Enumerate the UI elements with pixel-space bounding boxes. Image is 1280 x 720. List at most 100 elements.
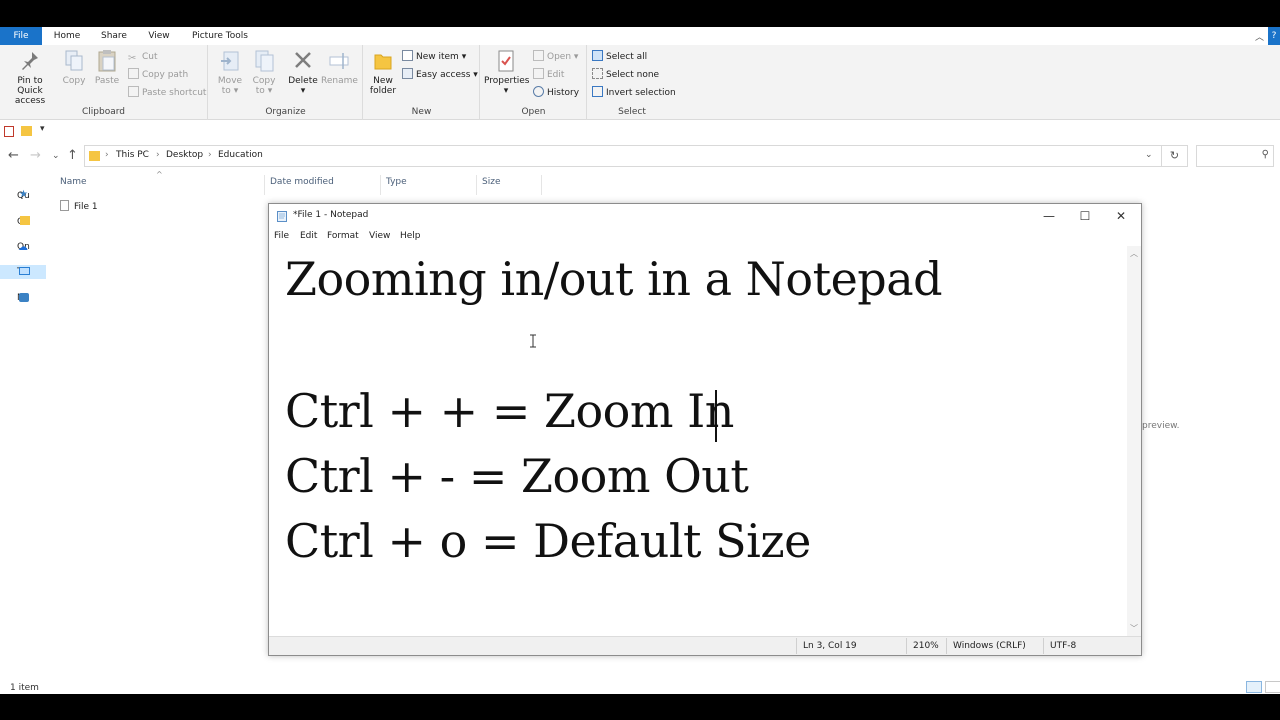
preview-pane-hint: preview. — [1142, 421, 1180, 431]
new-item-button[interactable]: New item ▾ — [402, 49, 466, 65]
breadcrumb-this-pc[interactable]: This PC — [116, 150, 149, 160]
delete-button[interactable]: Delete ▾ — [287, 49, 319, 96]
move-to-label-2: to — [221, 86, 231, 96]
menu-file[interactable]: File — [274, 231, 289, 241]
select-all-button[interactable]: Select all — [592, 49, 647, 65]
ribbon-tabs: File Home Share View Picture Tools ︿ ? — [0, 27, 1280, 45]
column-separator[interactable] — [264, 175, 265, 195]
select-label: Select — [618, 107, 646, 117]
column-separator[interactable] — [380, 175, 381, 195]
select-all-label: Select all — [606, 52, 648, 62]
invert-selection-icon — [592, 86, 603, 97]
address-history-chevron-icon[interactable]: ⌄ — [1145, 150, 1153, 160]
zoom-level: 210% — [913, 641, 939, 651]
column-separator[interactable] — [476, 175, 477, 195]
back-icon[interactable]: ← — [8, 148, 19, 163]
paste-button[interactable]: Paste — [92, 49, 122, 86]
large-icons-view-icon[interactable] — [1265, 681, 1280, 693]
menu-edit[interactable]: Edit — [300, 231, 317, 241]
copy-to-icon — [255, 50, 274, 72]
qat-folder-icon[interactable] — [21, 126, 32, 136]
pin-label-1: Pin to Quick — [17, 76, 43, 96]
file-name: File 1 — [74, 202, 98, 212]
rename-button[interactable]: Rename — [321, 49, 358, 86]
tab-home[interactable]: Home — [47, 27, 87, 45]
cut-button[interactable]: ✂ Cut — [128, 49, 158, 65]
line-endings: Windows (CRLF) — [953, 641, 1026, 651]
move-to-label-1: Move — [217, 76, 243, 86]
up-icon[interactable]: ↑ — [67, 148, 78, 163]
qat-properties-icon[interactable] — [4, 126, 14, 137]
column-separator[interactable] — [541, 175, 542, 195]
breadcrumb-education[interactable]: Education — [218, 150, 263, 160]
status-separator — [946, 638, 947, 654]
ribbon-collapse-icon[interactable]: ︿ — [1255, 30, 1264, 43]
tab-share[interactable]: Share — [94, 27, 134, 45]
history-label: History — [547, 88, 580, 98]
notepad-window[interactable]: *File 1 - Notepad — ☐ ✕ File Edit Format… — [268, 203, 1142, 656]
new-folder-button[interactable]: New folder — [368, 49, 398, 96]
close-icon[interactable]: ✕ — [1103, 206, 1139, 226]
cursor-position: Ln 3, Col 19 — [803, 641, 857, 651]
paste-shortcut-button[interactable]: Paste shortcut — [128, 85, 206, 101]
clipboard-group: Pin to Quick access Copy Paste ✂ Cut Copy… — [0, 45, 208, 120]
scroll-down-icon[interactable]: ﹀ — [1127, 623, 1141, 634]
forward-icon[interactable]: → — [30, 148, 41, 163]
breadcrumb-separator: › — [208, 150, 212, 160]
pin-to-quick-access-button[interactable]: Pin to Quick access — [4, 49, 56, 106]
minimize-icon[interactable]: — — [1031, 206, 1067, 226]
breadcrumb-desktop[interactable]: Desktop — [166, 150, 203, 160]
copy-button[interactable]: Copy — [60, 49, 88, 86]
copy-to-button[interactable]: Copy to ▾ — [249, 49, 279, 96]
copy-to-label-2: to — [255, 86, 265, 96]
properties-button[interactable]: Properties ▾ — [484, 49, 529, 96]
text-line-4: Ctrl + - = Zoom Out — [285, 449, 749, 503]
tab-file[interactable]: File — [0, 27, 42, 45]
copy-label: Copy — [62, 76, 86, 86]
paste-label: Paste — [94, 76, 120, 86]
column-size[interactable]: Size — [482, 177, 500, 191]
copy-path-label: Copy path — [142, 70, 189, 80]
menu-view[interactable]: View — [369, 231, 390, 241]
file-row[interactable]: File 1 — [60, 199, 98, 215]
tab-view[interactable]: View — [140, 27, 178, 45]
paste-shortcut-label: Paste shortcut — [142, 88, 207, 98]
easy-access-button[interactable]: Easy access ▾ — [402, 67, 478, 83]
invert-selection-button[interactable]: Invert selection — [592, 85, 676, 101]
breadcrumb-separator: › — [156, 150, 160, 160]
open-button[interactable]: Open ▾ — [533, 49, 578, 65]
vertical-scrollbar[interactable]: ︿ ﹀ — [1127, 246, 1141, 636]
notepad-text-area[interactable]: Zooming in/out in a Notepad Ctrl + + = Z… — [269, 246, 1127, 636]
menu-help[interactable]: Help — [400, 231, 421, 241]
organize-group: Move to ▾ Copy to ▾ Delete ▾ Rename Organ… — [209, 45, 363, 120]
select-none-button[interactable]: Select none — [592, 67, 659, 83]
scroll-up-icon[interactable]: ︿ — [1127, 248, 1141, 259]
recent-chevron-icon[interactable]: ⌄ — [52, 151, 60, 161]
notepad-icon — [277, 211, 287, 222]
details-view-icon[interactable] — [1246, 681, 1262, 693]
notepad-titlebar[interactable]: *File 1 - Notepad — ☐ ✕ — [269, 204, 1141, 228]
copy-path-button[interactable]: Copy path — [128, 67, 188, 83]
paste-icon — [98, 50, 116, 72]
search-input[interactable]: ⚲ — [1196, 145, 1274, 167]
history-button[interactable]: History — [533, 85, 579, 101]
qat-customize-icon[interactable]: ▾ — [40, 124, 45, 134]
copy-to-label-1: Copy — [252, 76, 276, 86]
column-name[interactable]: Name — [60, 177, 87, 191]
menu-format[interactable]: Format — [327, 231, 359, 241]
select-group: Select all Select none Invert selection … — [588, 45, 676, 120]
maximize-icon[interactable]: ☐ — [1067, 206, 1103, 226]
help-icon[interactable]: ? — [1268, 27, 1280, 45]
address-bar[interactable]: › This PC › Desktop › Education ⌄ — [84, 145, 1162, 167]
address-folder-icon — [89, 151, 100, 161]
encoding: UTF-8 — [1050, 641, 1077, 651]
edit-button[interactable]: Edit — [533, 67, 564, 83]
refresh-icon[interactable]: ↻ — [1162, 145, 1188, 167]
quick-access-toolbar: ▾ — [0, 121, 1280, 143]
column-type[interactable]: Type — [386, 177, 407, 191]
letterbox-top — [0, 0, 1280, 27]
text-caret — [715, 390, 717, 442]
move-to-button[interactable]: Move to ▾ — [215, 49, 245, 96]
column-date-modified[interactable]: Date modified — [270, 177, 334, 191]
tab-picture-tools[interactable]: Picture Tools — [185, 27, 255, 45]
